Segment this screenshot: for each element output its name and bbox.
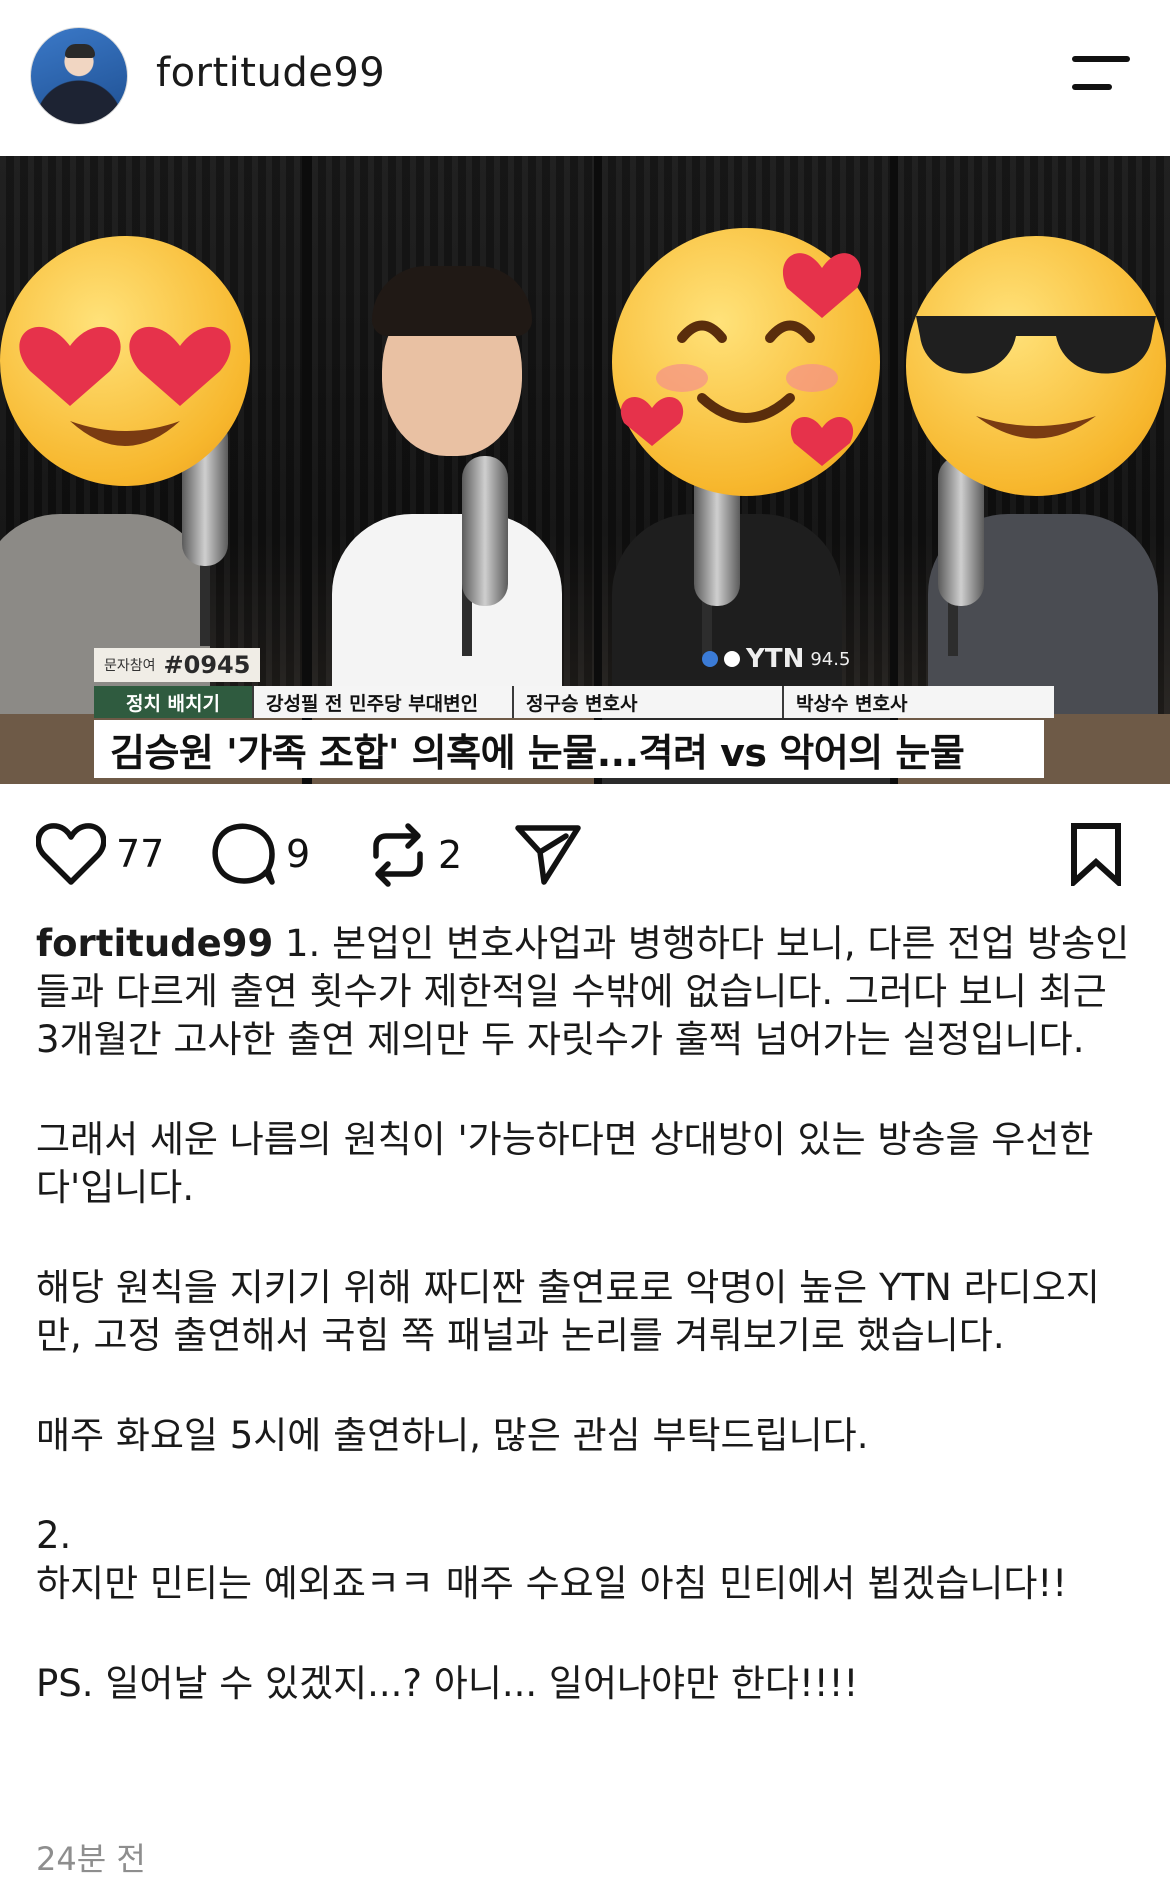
like-count: 77: [116, 832, 165, 876]
send-icon: [515, 825, 581, 885]
segment-label: 정치 배치기: [94, 686, 254, 718]
comment-button[interactable]: 9: [210, 822, 310, 886]
guest-name: 정구승 변호사: [514, 686, 784, 718]
post-header: fortitude99: [0, 0, 1170, 150]
like-button[interactable]: 77: [36, 822, 164, 886]
caption-text: 해당 원칙을 지키기 위해 짜디짠 출연료로 악명이 높은 YTN 라디오지만,…: [36, 1266, 1100, 1357]
caption-text: 2.: [36, 1514, 72, 1557]
heart-eyes-emoji-icon: [0, 236, 250, 486]
smiling-hearts-emoji-icon: [612, 228, 880, 496]
sms-tag: 문자참여 #0945: [94, 648, 261, 682]
guest-name-bar: 정치 배치기 강성필 전 민주당 부대변인 정구승 변호사 박상수 변호사: [94, 686, 1054, 718]
caption-text: PS. 일어날 수 있겠지...? 아니... 일어나야만 한다!!!!: [36, 1662, 859, 1705]
post-timestamp: 24분 전: [36, 1840, 146, 1878]
comment-count: 9: [286, 832, 311, 876]
guest-name: 박상수 변호사: [796, 692, 908, 715]
repost-button[interactable]: 2: [368, 822, 462, 888]
bookmark-icon: [1071, 823, 1121, 886]
guest-name: 강성필 전 민주당 부대변인: [254, 686, 514, 718]
comment-icon: [212, 823, 275, 885]
share-button[interactable]: [514, 822, 582, 886]
caption-username[interactable]: fortitude99: [36, 922, 273, 965]
action-bar: 77 9 2: [0, 800, 1170, 910]
caption-text: 하지만 민티는 예외죠ㅋㅋ 매주 수요일 아침 민티에서 뵙겠습니다!!: [36, 1562, 1068, 1605]
post-image[interactable]: YTN 94.5 문자참여 #0945 정치 배치기 강성필 전 민주당 부대변…: [0, 156, 1170, 784]
sunglasses-emoji-icon: [906, 236, 1166, 496]
save-button[interactable]: [1068, 822, 1124, 886]
video-headline: 김승원 '가족 조합' 의혹에 눈물...격려 vs 악어의 눈물: [94, 720, 1044, 778]
caption-text: 매주 화요일 5시에 출연하니, 많은 관심 부탁드립니다.: [36, 1414, 869, 1457]
heart-icon: [36, 823, 106, 885]
menu-icon[interactable]: [1072, 54, 1136, 94]
repost-count: 2: [438, 833, 463, 877]
avatar[interactable]: [30, 27, 128, 125]
station-logo: YTN 94.5: [702, 644, 850, 674]
repost-icon: [373, 823, 423, 887]
caption-text: 그래서 세운 나름의 원칙이 '가능하다면 상대방이 있는 방송을 우선한다'입…: [36, 1118, 1094, 1209]
post-caption: fortitude99 1. 본업인 변호사업과 병행하다 보니, 다른 전업 …: [36, 920, 1136, 1708]
username[interactable]: fortitude99: [156, 50, 385, 96]
